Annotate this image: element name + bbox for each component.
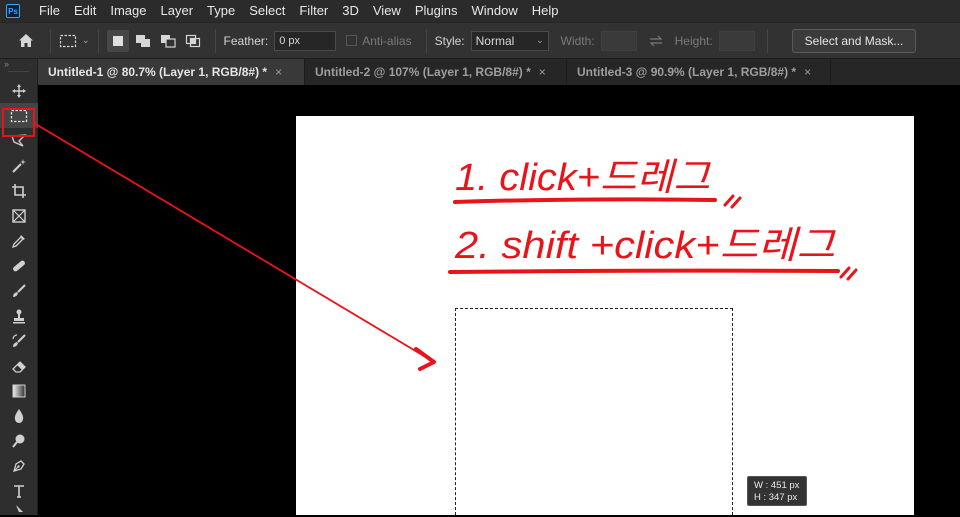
selection-marquee[interactable] (455, 308, 733, 515)
style-label: Style: (434, 33, 465, 48)
intersect-selection-button[interactable] (182, 30, 204, 52)
close-icon[interactable]: × (804, 65, 811, 79)
menu-image[interactable]: Image (103, 0, 153, 22)
select-and-mask-button[interactable]: Select and Mask... (791, 28, 917, 53)
chevron-down-icon: ⌄ (82, 35, 90, 45)
tab-untitled-2[interactable]: Untitled-2 @ 107% (Layer 1, RGB/8#) * × (305, 59, 567, 85)
dodge-icon (12, 434, 25, 448)
swap-width-height-icon[interactable] (649, 35, 663, 47)
history-brush-tool[interactable] (0, 328, 38, 353)
menu-window[interactable]: Window (464, 0, 524, 22)
dodge-tool[interactable] (0, 428, 38, 453)
feather-input[interactable] (274, 30, 337, 51)
eraser-tool[interactable] (0, 353, 38, 378)
divider (214, 28, 216, 53)
width-input[interactable] (600, 30, 637, 51)
magic-wand-tool[interactable] (0, 153, 38, 178)
new-selection-button[interactable] (106, 29, 129, 52)
menu-edit[interactable]: Edit (67, 0, 103, 22)
anti-alias-label: Anti-alias (362, 33, 412, 48)
history-brush-icon (12, 333, 26, 347)
lasso-tool[interactable] (0, 128, 38, 153)
brush-icon (13, 283, 26, 297)
eyedropper-icon (11, 234, 25, 248)
rectangular-marquee-tool[interactable] (0, 103, 38, 128)
document-tabs: Untitled-1 @ 80.7% (Layer 1, RGB/8#) * ×… (38, 59, 960, 85)
stamp-icon (13, 309, 25, 323)
style-select-value: Normal (475, 33, 515, 48)
eyedropper-tool[interactable] (0, 228, 38, 253)
selection-size-tooltip: W : 451 px H : 347 px (747, 476, 807, 506)
eraser-icon (12, 360, 26, 373)
tab-label: Untitled-1 @ 80.7% (Layer 1, RGB/8#) * (48, 65, 268, 79)
divider (97, 28, 99, 53)
tab-untitled-3[interactable]: Untitled-3 @ 90.9% (Layer 1, RGB/8#) * × (567, 59, 831, 85)
divider (425, 28, 427, 53)
rect-marquee-icon (10, 109, 28, 122)
menu-filter[interactable]: Filter (292, 0, 335, 22)
tool-preset-picker[interactable]: ⌄ (59, 34, 90, 48)
frame-tool[interactable] (0, 203, 38, 228)
style-select[interactable]: Normal ⌄ (470, 30, 549, 51)
selection-height-readout: H : 347 px (754, 492, 798, 503)
move-tool[interactable] (0, 78, 38, 103)
gradient-tool[interactable] (0, 378, 38, 403)
height-input[interactable] (718, 30, 755, 51)
selection-width-readout: W : 451 px (754, 480, 800, 491)
tab-label: Untitled-3 @ 90.9% (Layer 1, RGB/8#) * (577, 65, 797, 79)
width-label: Width: (560, 33, 595, 48)
anti-alias-checkbox[interactable] (346, 35, 358, 46)
toolbar-grip (8, 71, 29, 78)
menu-help[interactable]: Help (525, 0, 566, 22)
photoshop-logo-icon[interactable]: Ps (6, 4, 20, 18)
options-bar: ⌄ Feather: Anti-alias Style: Normal ⌄ Wi… (0, 22, 960, 59)
rect-marquee-preset-icon (59, 34, 77, 47)
healing-brush-tool[interactable] (0, 253, 38, 278)
subtract-from-selection-button[interactable] (157, 30, 179, 52)
crop-tool[interactable] (0, 178, 38, 203)
height-label: Height: (674, 33, 713, 48)
type-tool[interactable] (0, 478, 38, 503)
menu-layer[interactable]: Layer (154, 0, 201, 22)
menu-3d[interactable]: 3D (335, 0, 366, 22)
tab-label: Untitled-2 @ 107% (Layer 1, RGB/8#) * (315, 65, 531, 79)
magic-wand-icon (12, 158, 26, 173)
drop-icon (14, 408, 24, 423)
menu-type[interactable]: Type (200, 0, 242, 22)
pen-icon (13, 459, 25, 472)
pen-tool[interactable] (0, 453, 38, 478)
divider (766, 28, 768, 53)
frame-icon (12, 208, 26, 223)
menu-view[interactable]: View (366, 0, 408, 22)
gradient-icon (12, 384, 26, 397)
tools-panel: » (0, 59, 38, 517)
blur-tool[interactable] (0, 403, 38, 428)
menu-bar: Ps File Edit Image Layer Type Select Fil… (0, 0, 960, 22)
close-icon[interactable]: × (275, 65, 282, 79)
chevron-down-icon: ⌄ (536, 35, 544, 45)
close-icon[interactable]: × (539, 65, 546, 79)
polygon-lasso-icon (11, 133, 27, 147)
bandage-icon (13, 260, 25, 271)
collapse-toolbar-icon[interactable]: » (0, 59, 37, 71)
clone-stamp-tool[interactable] (0, 303, 38, 328)
menu-plugins[interactable]: Plugins (408, 0, 465, 22)
move-icon (12, 83, 26, 98)
home-icon[interactable] (16, 31, 36, 51)
add-to-selection-button[interactable] (132, 30, 154, 52)
crop-icon (12, 183, 26, 198)
divider (50, 28, 51, 53)
brush-tool[interactable] (0, 278, 38, 303)
type-icon (14, 484, 24, 498)
menu-file[interactable]: File (32, 0, 67, 22)
feather-label: Feather: (223, 33, 269, 48)
tab-untitled-1[interactable]: Untitled-1 @ 80.7% (Layer 1, RGB/8#) * × (38, 59, 305, 85)
menu-select[interactable]: Select (242, 0, 292, 22)
